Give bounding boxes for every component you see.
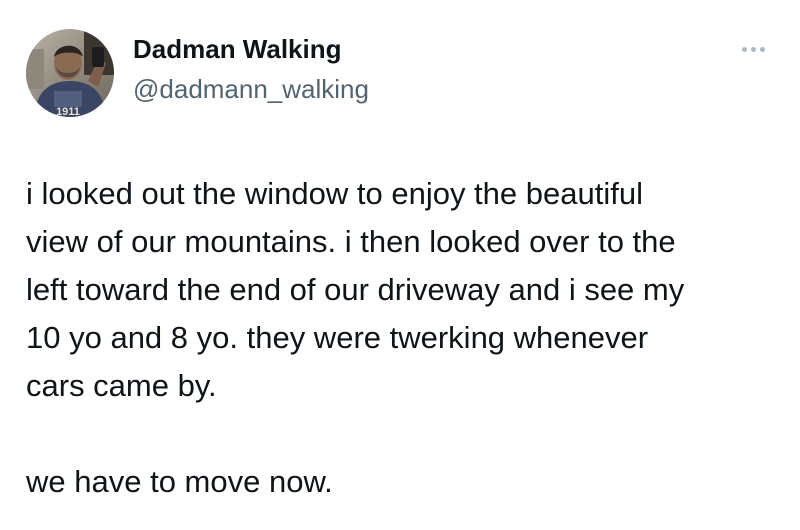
tweet-card: 1911 Dadman Walking @dadmann_walking i l… (0, 0, 800, 530)
display-name[interactable]: Dadman Walking (133, 32, 369, 66)
user-info: Dadman Walking @dadmann_walking (133, 32, 369, 106)
tweet-text-line: 10 yo and 8 yo. they were twerking whene… (26, 320, 649, 355)
avatar-image: 1911 (26, 29, 114, 117)
tweet-text: i looked out the window to enjoy the bea… (26, 170, 786, 506)
tweet-text-line: i looked out the window to enjoy the bea… (26, 176, 643, 211)
more-horizontal-icon-dot (759, 46, 765, 52)
avatar-shirt-text: 1911 (56, 106, 80, 117)
user-handle[interactable]: @dadmann_walking (133, 72, 369, 106)
more-horizontal-icon (741, 46, 747, 52)
tweet-text-line: we have to move now. (26, 464, 333, 499)
more-horizontal-icon-dot (750, 46, 756, 52)
tweet-text-line: view of our mountains. i then looked ove… (26, 224, 676, 259)
more-options-button[interactable] (736, 38, 770, 60)
avatar[interactable]: 1911 (26, 29, 114, 117)
tweet-text-line: left toward the end of our driveway and … (26, 272, 685, 307)
tweet-text-line: cars came by. (26, 368, 217, 403)
